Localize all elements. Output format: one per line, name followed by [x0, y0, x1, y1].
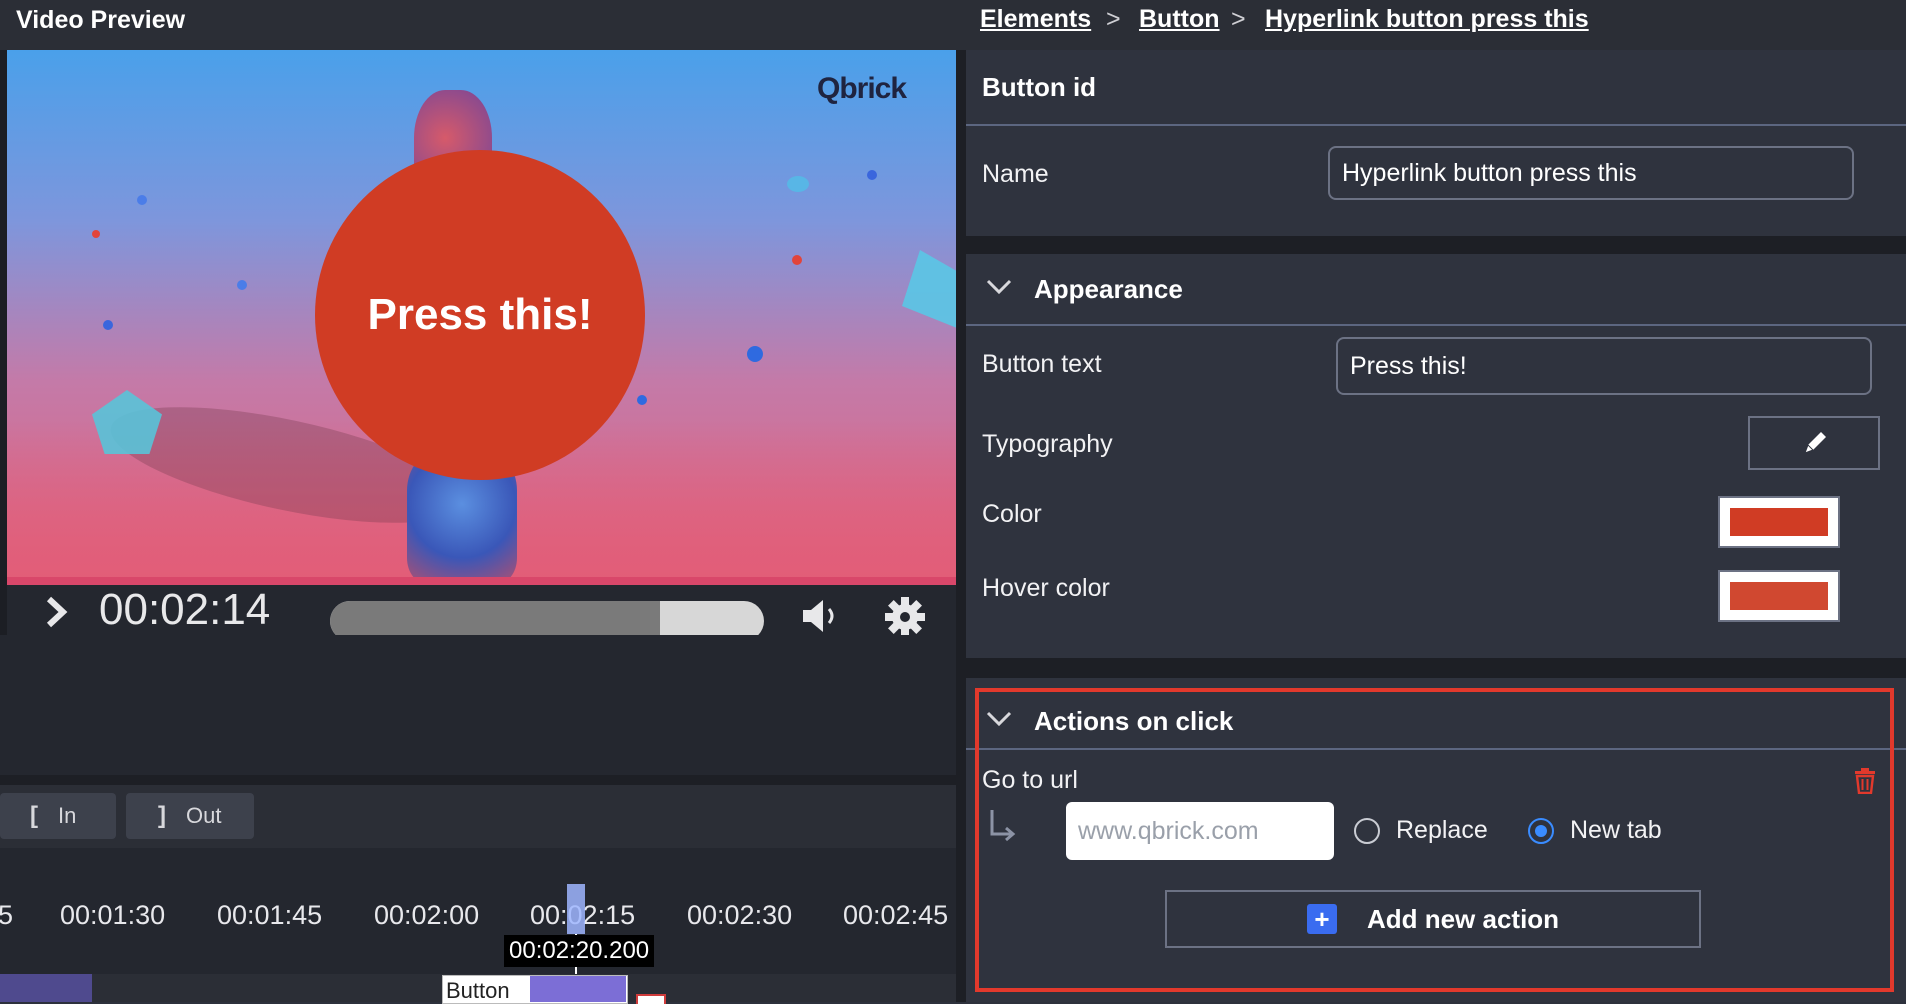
replace-option[interactable]: Replace [1354, 812, 1514, 852]
playhead-handle[interactable] [567, 884, 585, 934]
go-to-url-label: Go to url [982, 766, 1078, 794]
video-overlay-button[interactable]: Press this! [315, 150, 645, 480]
new-tab-radio[interactable] [1528, 818, 1554, 844]
set-in-button[interactable]: [ In [0, 793, 116, 839]
button-id-section: Button id Name Hyperlink button press th… [966, 50, 1906, 236]
name-input[interactable]: Hyperlink button press this [1328, 146, 1854, 200]
button-text-label: Button text [982, 350, 1102, 378]
hover-color-swatch[interactable] [1718, 570, 1840, 622]
confetti-dot [792, 255, 802, 265]
name-label: Name [982, 160, 1049, 188]
timeline-clip-previous[interactable] [0, 974, 92, 1002]
play-icon[interactable] [39, 595, 73, 629]
sub-action-arrow-icon [990, 810, 1016, 842]
qbrick-logo: Qbrick [817, 72, 907, 105]
timeline-tick: 00:01:45 [217, 900, 323, 930]
breadcrumb-separator: > [1231, 5, 1246, 33]
floating-shape [902, 250, 956, 330]
video-preview-header: Video Preview [0, 0, 956, 50]
clip-marker-icon[interactable] [636, 994, 666, 1004]
timeline-tick: 5 [0, 900, 14, 930]
hover-color-label: Hover color [982, 574, 1110, 602]
actions-header[interactable]: Actions on click [966, 688, 1906, 748]
color-swatch-fill [1730, 508, 1828, 536]
volume-icon[interactable] [799, 595, 845, 637]
chevron-down-icon [986, 279, 1012, 295]
confetti-dot [637, 395, 647, 405]
pencil-icon [1804, 432, 1826, 454]
confetti-dot [787, 176, 809, 192]
new-tab-label: New tab [1570, 816, 1662, 844]
player-controls: 00:02:14 [7, 585, 956, 641]
preview-empty-area [0, 635, 956, 775]
timeline-tick: 00:02:45 [843, 900, 949, 930]
timeline-clip-fill [530, 976, 626, 1002]
confetti-dot [137, 195, 147, 205]
plus-icon: + [1306, 904, 1337, 934]
breadcrumb-elements[interactable]: Elements [980, 5, 1091, 34]
in-label: In [58, 803, 77, 828]
timeline-tick: 00:01:30 [60, 900, 166, 930]
button-text-input[interactable]: Press this! [1336, 337, 1872, 395]
breadcrumb-separator: > [1106, 5, 1121, 33]
set-out-button[interactable]: ] Out [126, 793, 254, 839]
radio-selected-dot [1535, 825, 1547, 837]
video-bottom-edge [7, 577, 956, 585]
preview-divider [0, 775, 956, 785]
confetti-dot [103, 320, 113, 330]
confetti-dot [92, 230, 100, 238]
appearance-header[interactable]: Appearance [966, 254, 1906, 324]
replace-label: Replace [1396, 816, 1488, 844]
button-id-title: Button id [982, 72, 1097, 102]
video-preview-title: Video Preview [16, 6, 186, 34]
video-preview-panel: Video Preview Press this! Qbrick 00:02:1… [0, 0, 956, 1004]
add-new-action-button[interactable]: + Add new action [1165, 890, 1701, 948]
actions-title: Actions on click [1034, 706, 1234, 736]
breadcrumb: Elements > Button > Hyperlink button pre… [956, 0, 1906, 50]
breadcrumb-current[interactable]: Hyperlink button press this [1265, 5, 1589, 34]
typography-label: Typography [982, 430, 1113, 458]
chevron-down-icon [986, 711, 1012, 727]
confetti-dot [867, 170, 877, 180]
video-frame[interactable]: Press this! Qbrick [7, 50, 956, 585]
in-bracket-icon: [ [30, 802, 38, 829]
out-label: Out [186, 803, 222, 828]
url-input[interactable]: www.qbrick.com [1066, 802, 1334, 860]
in-out-toolbar: [ In ] Out [0, 785, 956, 848]
new-tab-option[interactable]: New tab [1528, 812, 1688, 852]
typography-button[interactable] [1748, 416, 1880, 470]
inspector-panel: Elements > Button > Hyperlink button pre… [956, 0, 1906, 1002]
section-divider [966, 748, 1906, 750]
add-new-action-label: Add new action [1366, 903, 1560, 934]
floating-shape [92, 390, 162, 454]
color-swatch[interactable] [1718, 496, 1840, 548]
timeline-tick: 00:02:30 [687, 900, 793, 930]
hover-color-swatch-fill [1730, 582, 1828, 610]
out-bracket-icon: ] [158, 802, 166, 829]
section-divider [966, 324, 1906, 326]
gear-icon[interactable] [883, 595, 927, 639]
playhead-time-tooltip: 00:02:20.200 [504, 935, 655, 967]
trash-icon[interactable] [1854, 768, 1876, 794]
confetti-dot [237, 280, 247, 290]
replace-radio[interactable] [1354, 818, 1380, 844]
actions-section: Actions on click Go to url www.qbrick.co… [966, 678, 1906, 1002]
timeline-tick: 00:02:00 [374, 900, 480, 930]
confetti-dot [747, 346, 763, 362]
breadcrumb-button[interactable]: Button [1139, 5, 1220, 34]
current-time: 00:02:14 [99, 585, 271, 634]
timeline-clip-label: Button [446, 978, 510, 1003]
timeline[interactable]: 5 00:01:30 00:01:45 00:02:00 00:02:15 00… [0, 848, 956, 1004]
color-label: Color [982, 500, 1042, 528]
section-divider [966, 124, 1906, 126]
appearance-title: Appearance [1034, 274, 1183, 304]
